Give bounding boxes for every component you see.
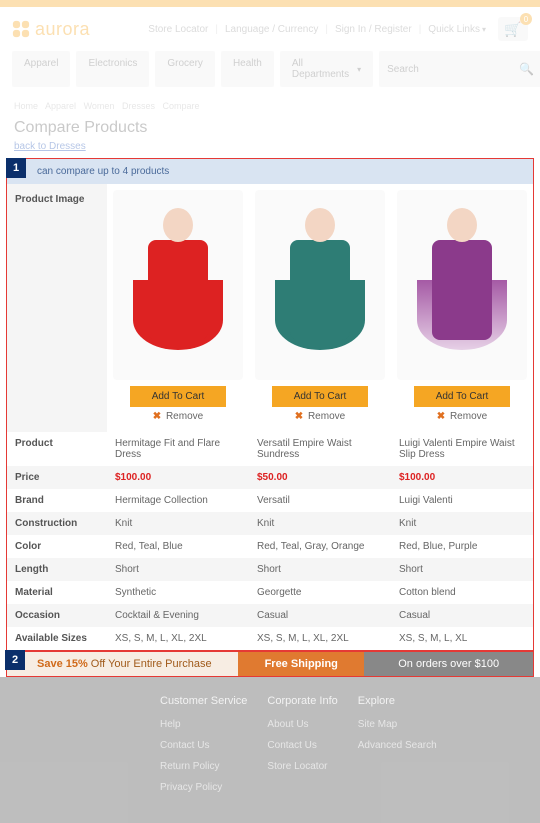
row-label-price: Price [7,466,107,489]
search-input[interactable] [387,64,519,75]
site-logo[interactable]: aurora [12,19,90,40]
tab-apparel[interactable]: Apparel [12,51,70,87]
chevron-down-icon: ▾ [482,25,486,34]
footer-head-ci: Corporate Info [267,695,337,707]
row-label-construction: Construction [7,512,107,535]
tab-electronics[interactable]: Electronics [76,51,149,87]
product-price: $100.00 [399,472,435,483]
footer-link-storeloc[interactable]: Store Locator [267,761,337,772]
footer-head-explore: Explore [358,695,437,707]
product-length: Short [249,558,391,581]
product-material: Synthetic [107,581,249,604]
product-name: Versatil Empire Waist Sundress [249,432,391,466]
quick-links[interactable]: Quick Links▾ [428,24,486,35]
footer-link-contact2[interactable]: Contact Us [267,740,337,751]
callout-marker-1: 1 [6,158,26,178]
crumb-apparel[interactable]: Apparel [45,101,76,111]
product-color: Red, Blue, Purple [391,535,533,558]
page-title: Compare Products [0,117,540,139]
tab-all-departments[interactable]: All Departments▾ [280,51,373,87]
search-bar[interactable]: 🔍 [379,51,540,87]
product-image[interactable] [113,190,243,380]
search-icon[interactable]: 🔍 [519,62,534,76]
promo-on-orders: On orders over $100 [364,652,533,676]
footer-link-help[interactable]: Help [160,719,247,730]
product-occasion: Cocktail & Evening [107,604,249,627]
add-to-cart-button[interactable]: Add To Cart [414,386,511,407]
product-brand: Versatil [249,489,391,512]
row-label-brand: Brand [7,489,107,512]
language-link[interactable]: Language / Currency [225,24,318,35]
footer-link-return[interactable]: Return Policy [160,761,247,772]
row-label-image: Product Image [7,184,107,432]
product-color: Red, Teal, Gray, Orange [249,535,391,558]
product-image[interactable] [397,190,527,380]
product-construction: Knit [391,512,533,535]
crumb-dresses[interactable]: Dresses [122,101,155,111]
callout-marker-2: 2 [5,650,25,670]
compare-info-message: can compare up to 4 products [7,159,533,184]
product-price: $50.00 [257,472,288,483]
compare-table: Product Image Add To Cart ✖ Remove Add T… [7,184,533,650]
promo-save: Save 15% Off Your Entire Purchase [7,652,238,676]
footer-link-contact[interactable]: Contact Us [160,740,247,751]
product-color: Red, Teal, Blue [107,535,249,558]
product-sizes: XS, S, M, L, XL, 2XL [107,627,249,650]
product-construction: Knit [249,512,391,535]
product-sizes: XS, S, M, L, XL [391,627,533,650]
product-price: $100.00 [115,472,151,483]
product-material: Cotton blend [391,581,533,604]
product-name: Hermitage Fit and Flare Dress [107,432,249,466]
product-length: Short [107,558,249,581]
product-occasion: Casual [391,604,533,627]
add-to-cart-button[interactable]: Add To Cart [130,386,227,407]
product-construction: Knit [107,512,249,535]
store-locator-link[interactable]: Store Locator [148,24,208,35]
logo-icon [12,20,30,38]
product-occasion: Casual [249,604,391,627]
footer-link-about[interactable]: About Us [267,719,337,730]
remove-x-icon: ✖ [295,411,303,422]
footer-link-sitemap[interactable]: Site Map [358,719,437,730]
breadcrumb: Home Apparel Women Dresses Compare [0,95,540,117]
compare-region: 1 can compare up to 4 products Product I… [6,158,534,651]
footer-link-advsearch[interactable]: Advanced Search [358,740,437,751]
add-to-cart-button[interactable]: Add To Cart [272,386,369,407]
product-sizes: XS, S, M, L, XL, 2XL [249,627,391,650]
footer-head-cs: Customer Service [160,695,247,707]
cart-count-badge: 0 [520,13,532,25]
remove-link[interactable]: ✖ Remove [397,411,527,422]
row-label-product: Product [7,432,107,466]
promo-banner[interactable]: Save 15% Off Your Entire Purchase Free S… [6,651,534,677]
back-to-dresses-link[interactable]: back to Dresses [0,139,540,158]
product-length: Short [391,558,533,581]
row-label-material: Material [7,581,107,604]
row-label-length: Length [7,558,107,581]
row-label-occasion: Occasion [7,604,107,627]
product-name: Luigi Valenti Empire Waist Slip Dress [391,432,533,466]
chevron-down-icon: ▾ [357,65,361,74]
tab-grocery[interactable]: Grocery [155,51,215,87]
crumb-compare: Compare [162,101,199,111]
row-label-color: Color [7,535,107,558]
cart-icon: 🛒 [504,21,521,38]
product-brand: Hermitage Collection [107,489,249,512]
tab-health[interactable]: Health [221,51,274,87]
product-material: Georgette [249,581,391,604]
remove-link[interactable]: ✖ Remove [255,411,385,422]
promo-free-shipping: Free Shipping [238,652,364,676]
remove-x-icon: ✖ [153,411,161,422]
product-brand: Luigi Valenti [391,489,533,512]
signin-link[interactable]: Sign In / Register [335,24,412,35]
logo-text: aurora [35,19,90,40]
crumb-home[interactable]: Home [14,101,38,111]
footer: Customer Service Help Contact Us Return … [0,677,540,823]
row-label-sizes: Available Sizes [7,627,107,650]
crumb-women[interactable]: Women [84,101,115,111]
remove-link[interactable]: ✖ Remove [113,411,243,422]
remove-x-icon: ✖ [437,411,445,422]
product-image[interactable] [255,190,385,380]
footer-link-privacy[interactable]: Privacy Policy [160,782,247,793]
